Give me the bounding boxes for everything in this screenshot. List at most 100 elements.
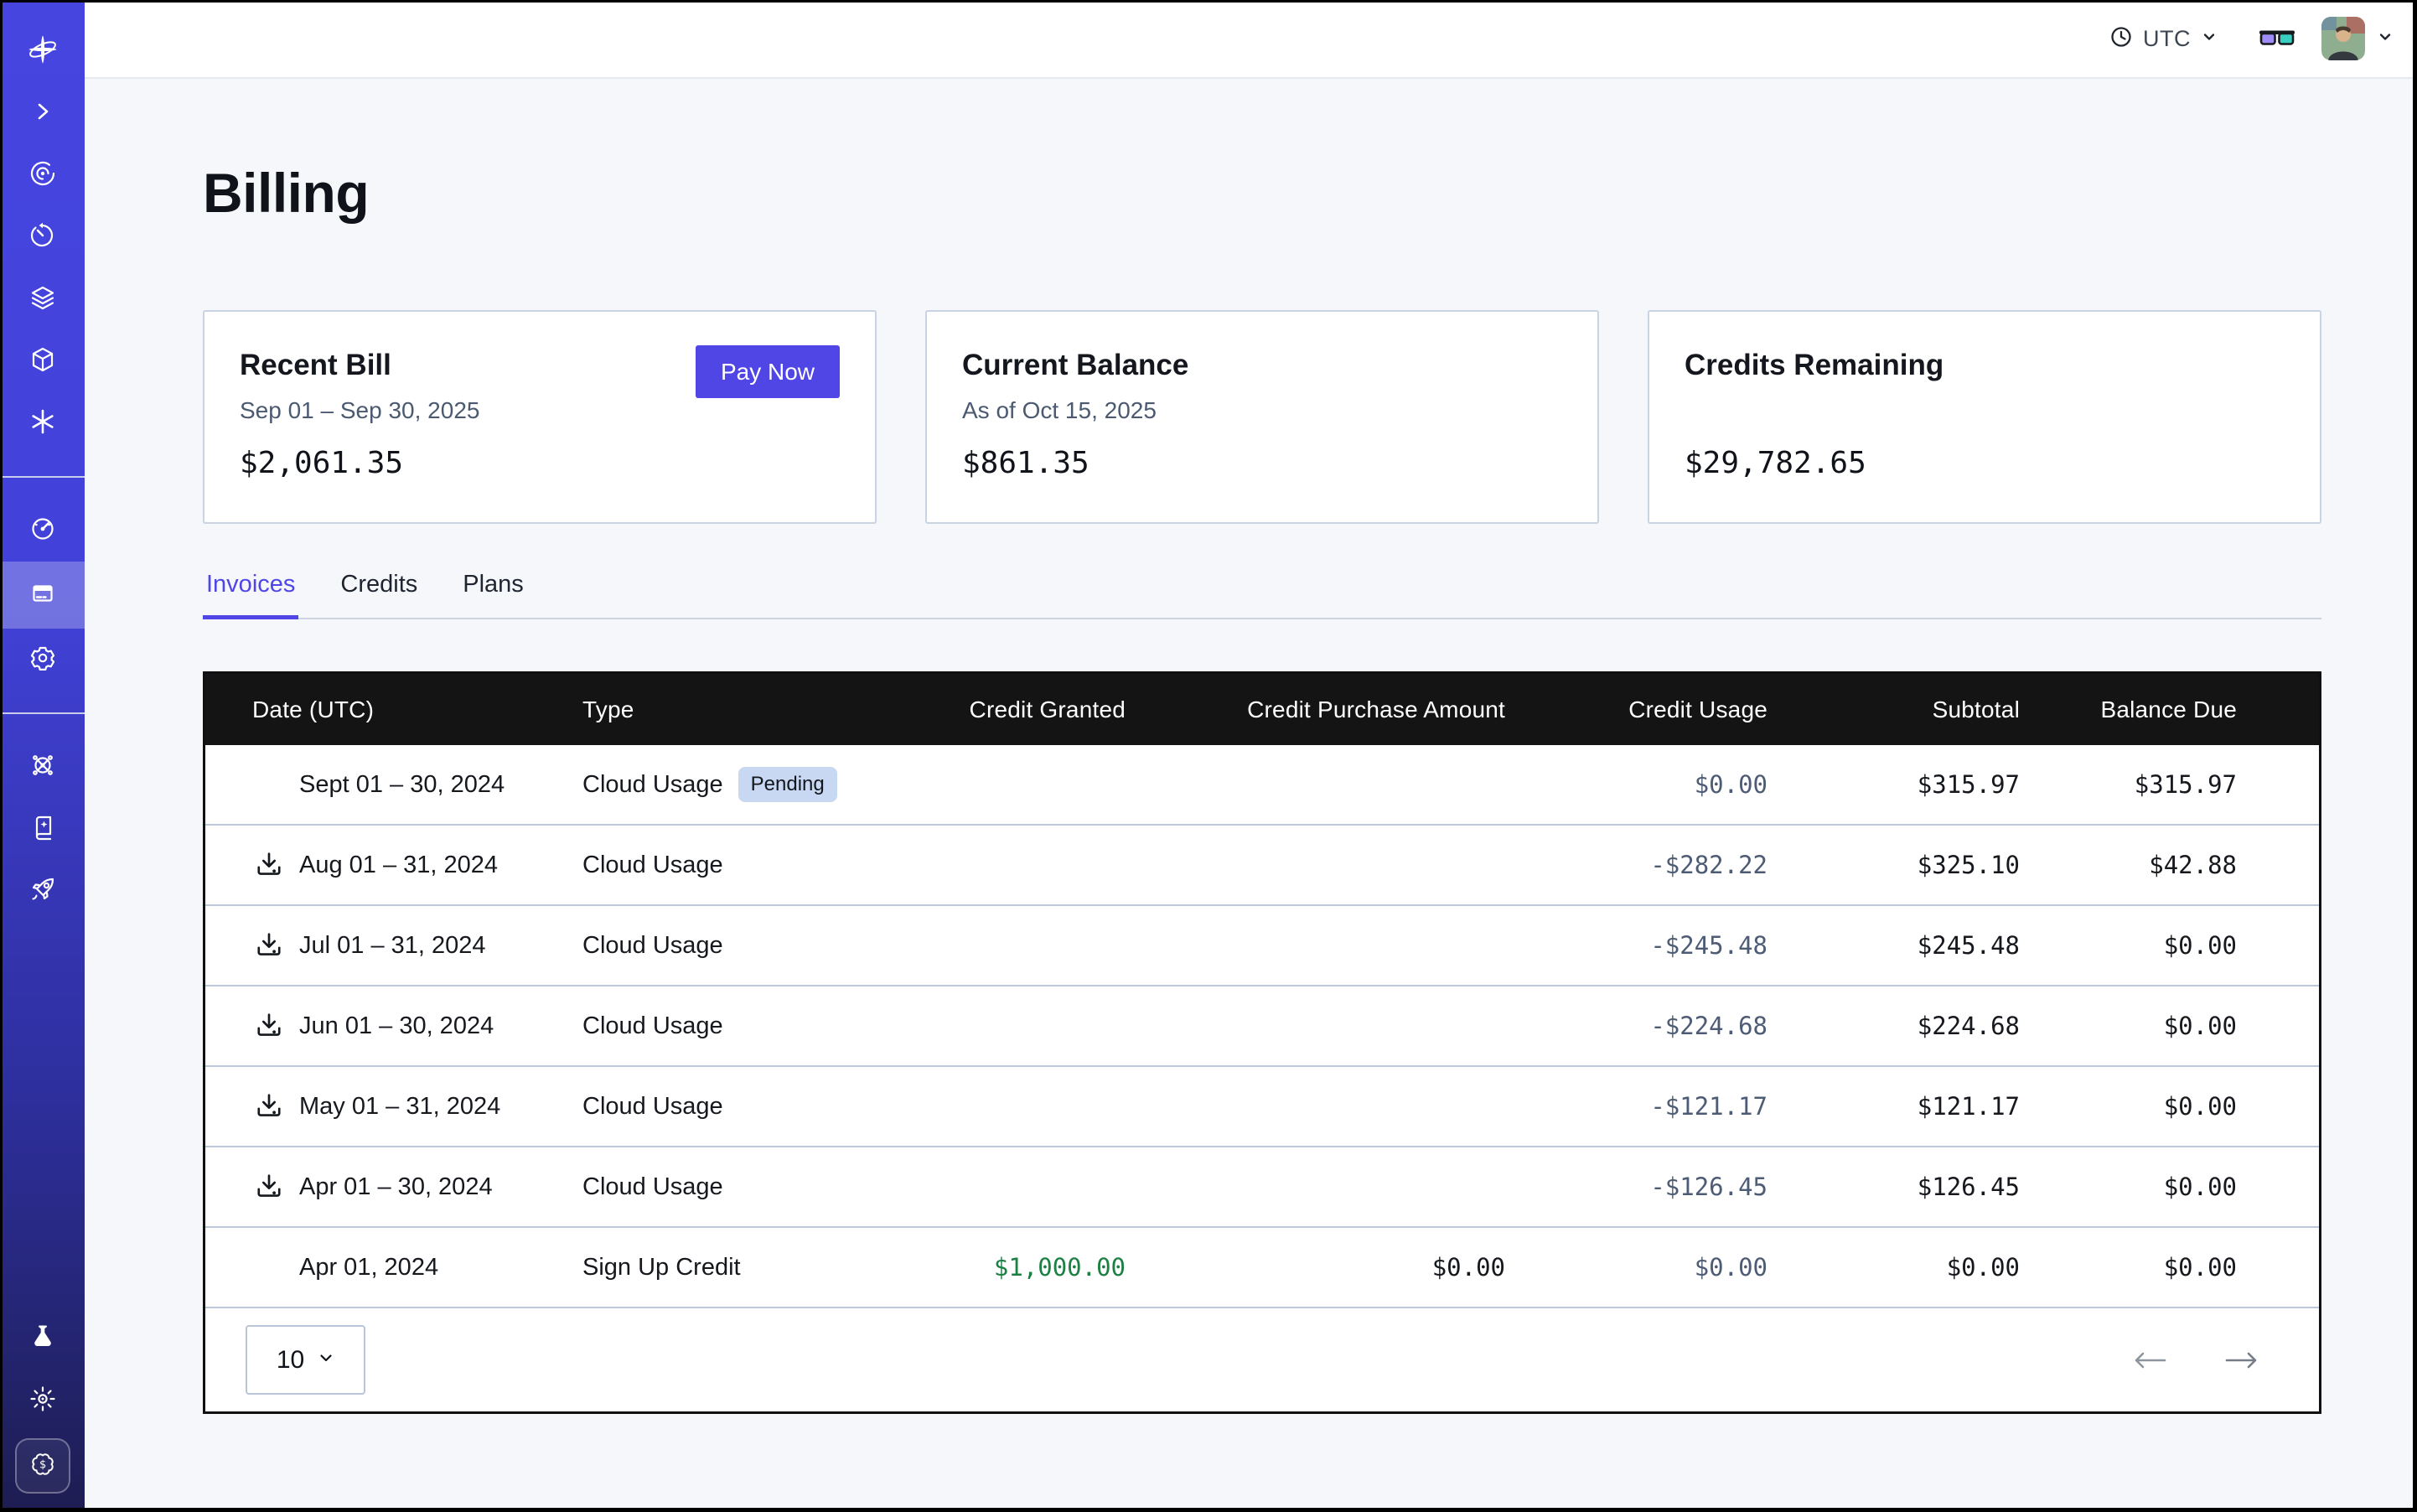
tab-invoices[interactable]: Invoices (203, 571, 298, 619)
billing-tabs: Invoices Credits Plans (203, 571, 2321, 619)
sidebar-divider (0, 712, 85, 714)
avatar (2321, 17, 2365, 60)
sidebar-item-credits[interactable]: $ (15, 1438, 70, 1494)
card-recent-bill: Recent Bill Sep 01 – Sep 30, 2025 $2,061… (203, 310, 877, 524)
download-invoice-button[interactable] (252, 929, 286, 962)
invoice-date: Sept 01 – 30, 2024 (299, 771, 505, 799)
sidebar-item-gauge[interactable] (0, 500, 85, 562)
account-menu[interactable] (2321, 17, 2394, 60)
cube-icon (28, 344, 58, 379)
card-subtitle: As of Oct 15, 2025 (962, 397, 1157, 424)
invoice-row: Apr 01 – 30, 2024Cloud Usage-$126.45$126… (205, 1147, 2319, 1228)
card-credits-remaining: Credits Remaining $29,782.65 (1648, 310, 2321, 524)
download-invoice-button[interactable] (252, 1009, 286, 1043)
column-header: Type (582, 696, 837, 723)
download-invoice-button[interactable] (252, 1170, 286, 1204)
timezone-dropdown[interactable]: UTC (2109, 25, 2218, 53)
sidebar-item-labs[interactable] (0, 1307, 85, 1370)
invoice-row: Aug 01 – 31, 2024Cloud Usage-$282.22$325… (205, 826, 2319, 906)
chevron-right-icon (28, 96, 58, 131)
invoice-date: Jun 01 – 30, 2024 (299, 1012, 494, 1040)
invoice-type: Cloud Usage (582, 932, 723, 960)
subtotal: $126.45 (1767, 1173, 2020, 1201)
status-badge: Pending (738, 767, 837, 802)
sidebar-item-history[interactable] (0, 206, 85, 268)
invoice-date: May 01 – 31, 2024 (299, 1093, 500, 1121)
sidebar-item-logo[interactable] (0, 20, 85, 82)
column-header: Date (UTC) (205, 696, 582, 723)
main-content: Billing Recent Bill Sep 01 – Sep 30, 202… (85, 79, 2417, 1512)
invoice-type: Cloud Usage (582, 852, 723, 879)
gear-icon (28, 643, 58, 677)
prev-page-button[interactable] (2131, 1349, 2170, 1371)
subtotal: $315.97 (1767, 770, 2020, 799)
table-body: Sept 01 – 30, 2024 Cloud Usage Pending $0.0… (205, 745, 2319, 1308)
page-title: Billing (203, 161, 2321, 225)
invoice-type: Cloud Usage (582, 771, 723, 799)
card-amount: $2,061.35 (240, 446, 403, 480)
sidebar-item-theme[interactable] (0, 1370, 85, 1432)
card-amount: $29,782.65 (1685, 446, 1866, 480)
sidebar-item-cube[interactable] (0, 330, 85, 392)
balance-due: $0.00 (2020, 1253, 2319, 1282)
tab-plans[interactable]: Plans (459, 571, 527, 619)
topbar: UTC (85, 0, 2417, 79)
invoices-table: Date (UTC)TypeCredit GrantedCredit Purch… (203, 671, 2321, 1414)
sidebar-item-billing[interactable] (0, 562, 85, 629)
balance-due: $315.97 (2020, 770, 2319, 799)
balance-due: $42.88 (2020, 851, 2319, 879)
column-header: Credit Purchase Amount (1126, 696, 1505, 723)
book-sparkle-icon (28, 812, 58, 847)
invoice-row: Jun 01 – 30, 2024Cloud Usage-$224.68$224… (205, 986, 2319, 1067)
sidebar-item-helm[interactable] (0, 736, 85, 798)
credit-usage: -$224.68 (1505, 1012, 1767, 1040)
sidebar-item-docs[interactable] (0, 798, 85, 860)
balance-due: $0.00 (2020, 1173, 2319, 1201)
subtotal: $224.68 (1767, 1012, 2020, 1040)
chevron-down-icon (2201, 28, 2218, 49)
sidebar-item-settings[interactable] (0, 629, 85, 691)
credit-usage: -$245.48 (1505, 931, 1767, 960)
balance-due: $0.00 (2020, 931, 2319, 960)
layers-icon (28, 282, 58, 317)
subtotal: $245.48 (1767, 931, 2020, 960)
tab-credits[interactable]: Credits (337, 571, 421, 619)
page-size-select[interactable]: 10 (246, 1325, 365, 1395)
invoice-date: Apr 01, 2024 (299, 1254, 438, 1282)
dollar-badge-icon: $ (28, 1449, 58, 1484)
sidebar-divider (0, 476, 85, 478)
next-page-button[interactable] (2222, 1349, 2260, 1371)
flask-icon (28, 1322, 58, 1356)
card-title: Current Balance (962, 349, 1188, 382)
clock-icon (2109, 25, 2133, 53)
view-mode-button[interactable] (2258, 26, 2296, 51)
download-spacer (252, 768, 286, 801)
sidebar-bottom: $ (0, 1307, 85, 1512)
invoice-row: Jul 01 – 31, 2024Cloud Usage-$245.48$245… (205, 906, 2319, 986)
credit-usage: -$121.17 (1505, 1092, 1767, 1121)
sidebar-item-spiral[interactable] (0, 144, 85, 206)
arrow-right-icon (2222, 1361, 2260, 1374)
sun-icon (28, 1384, 58, 1418)
subtotal: $0.00 (1767, 1253, 2020, 1282)
arrow-left-icon (2131, 1361, 2170, 1374)
page-size-value: 10 (277, 1346, 304, 1375)
sidebar: $ (0, 0, 85, 1512)
sidebar-item-layers[interactable] (0, 268, 85, 330)
card-title: Recent Bill (240, 349, 391, 382)
card-current-balance: Current Balance As of Oct 15, 2025 $861.… (925, 310, 1599, 524)
sidebar-item-expand[interactable] (0, 82, 85, 144)
download-invoice-button[interactable] (252, 848, 286, 882)
sidebar-item-rocket[interactable] (0, 860, 85, 922)
chevron-down-icon (318, 1349, 334, 1370)
pay-now-button[interactable]: Pay Now (696, 345, 840, 398)
card-amount: $861.35 (962, 446, 1089, 480)
invoice-date: Apr 01 – 30, 2024 (299, 1173, 493, 1201)
card-title: Credits Remaining (1685, 349, 1943, 382)
rocket-icon (28, 874, 58, 909)
subtotal: $325.10 (1767, 851, 2020, 879)
download-invoice-button[interactable] (252, 1090, 286, 1123)
credit-usage: -$126.45 (1505, 1173, 1767, 1201)
download-spacer (252, 1251, 286, 1284)
sidebar-item-asterisk[interactable] (0, 392, 85, 454)
